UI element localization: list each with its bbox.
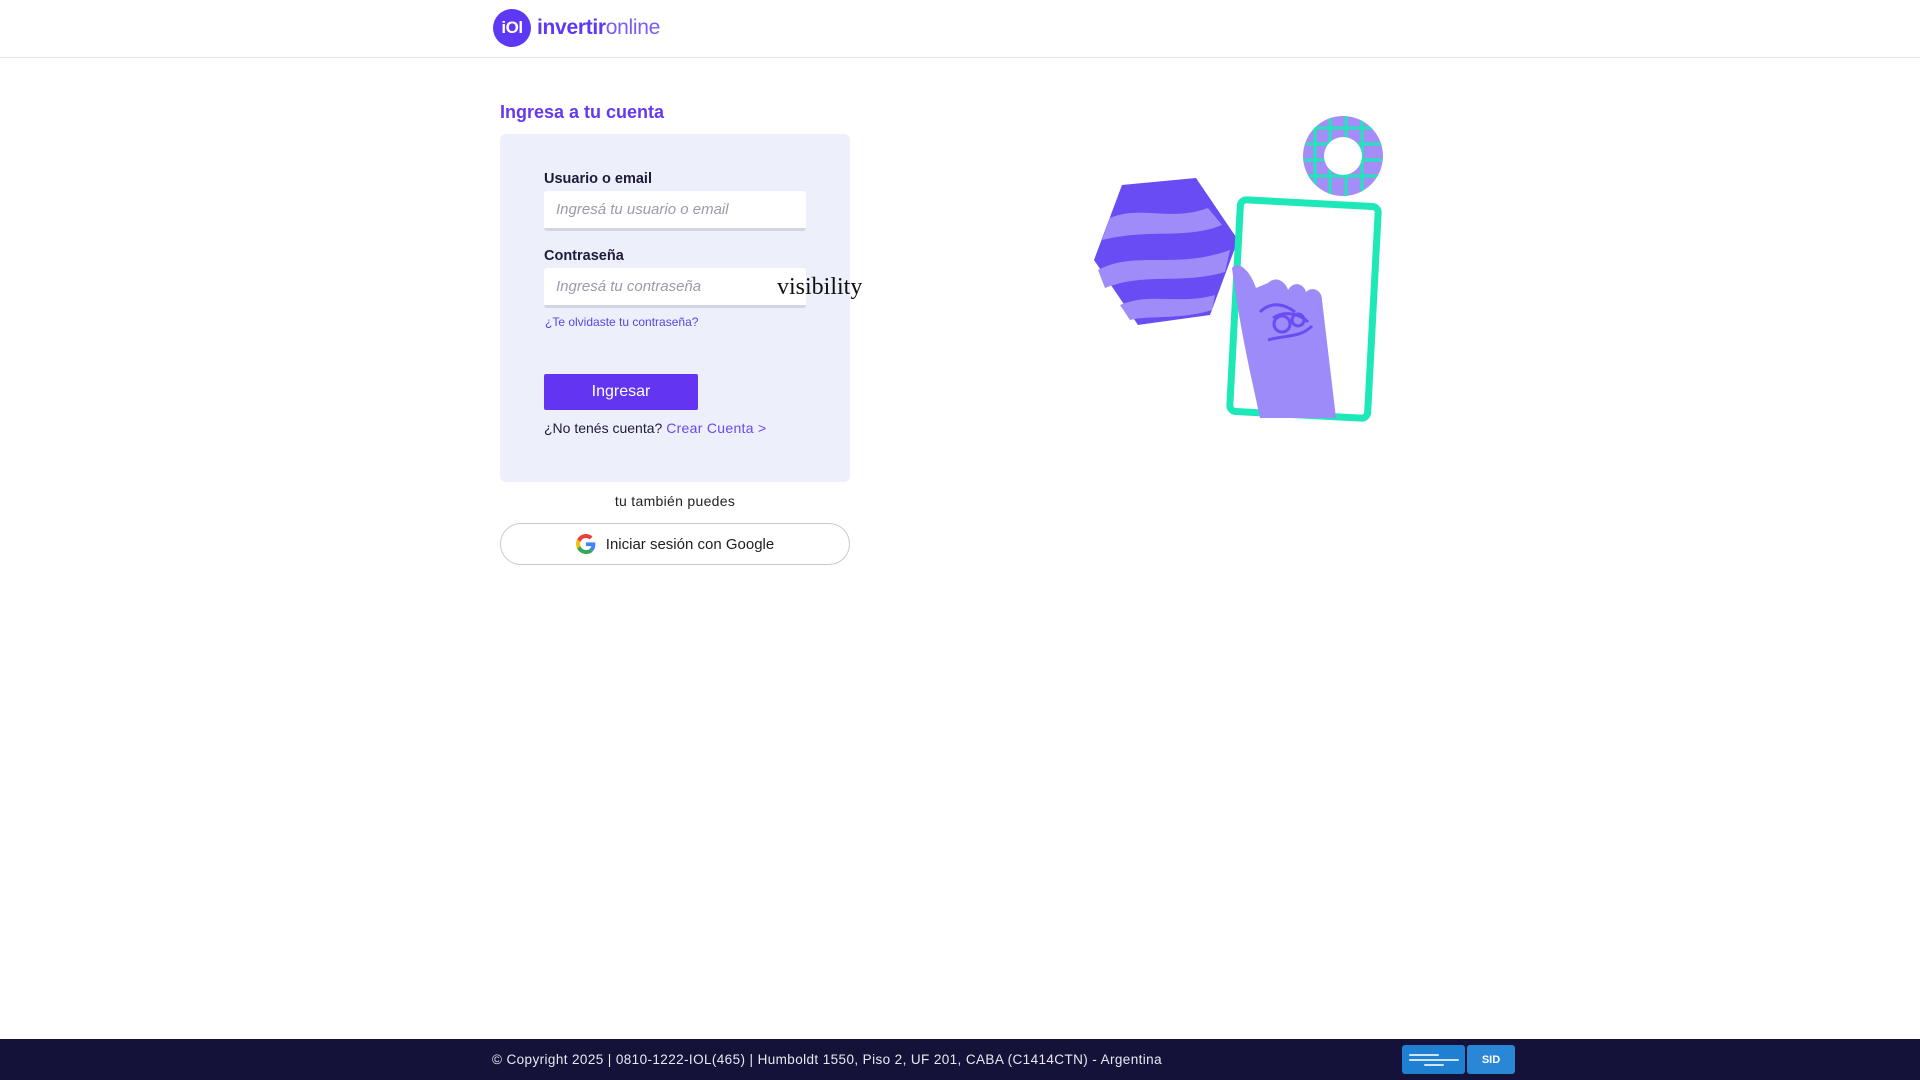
password-input[interactable] (544, 268, 806, 308)
brand-logo[interactable]: iOl invertironline (493, 9, 660, 47)
visibility-toggle-icon[interactable]: visibility (777, 274, 862, 301)
login-submit-button[interactable]: Ingresar (544, 374, 698, 410)
pointing-hand-shape (1232, 265, 1336, 418)
logo-wordmark: invertironline (537, 16, 660, 40)
google-signin-label: Iniciar sesión con Google (605, 535, 775, 553)
alternatives-text: tu también puedes (614, 493, 736, 509)
create-account-link[interactable]: Crear Cuenta > (666, 420, 766, 436)
no-account-text: ¿No tenés cuenta? (544, 420, 663, 436)
no-account-row: ¿No tenés cuenta? Crear Cuenta > (544, 420, 767, 436)
footer-copyright: © Copyright 2025 | 0810-1222-IOL(465) | … (492, 1052, 1162, 1067)
password-label: Contraseña (544, 248, 624, 264)
google-signin-button[interactable]: Iniciar sesión con Google (500, 523, 850, 565)
top-bar: iOl invertironline (0, 0, 1920, 58)
google-icon (575, 534, 596, 554)
grid-ring-shape (1303, 116, 1383, 196)
user-label: Usuario o email (544, 171, 652, 187)
logo-wordmark-light: online (605, 16, 661, 39)
login-illustration (1094, 116, 1383, 422)
logo-wordmark-bold: invertir (537, 16, 606, 39)
logo-mark-icon: iOl (493, 9, 531, 47)
login-card: Usuario o email Contraseña visibility ¿T… (500, 134, 862, 482)
username-input[interactable] (544, 191, 806, 231)
footer: © Copyright 2025 | 0810-1222-IOL(465) | … (0, 1039, 1920, 1080)
sid-badge-icon[interactable]: SID (1467, 1045, 1515, 1074)
regulator-badge-icon[interactable] (1402, 1045, 1465, 1074)
sid-badge-label: SID (1481, 1053, 1501, 1066)
login-title: Ingresa a tu cuenta (500, 102, 665, 122)
hexagon-shape (1094, 178, 1238, 325)
forgot-password-link[interactable]: ¿Te olvidaste tu contraseña? (545, 315, 698, 329)
